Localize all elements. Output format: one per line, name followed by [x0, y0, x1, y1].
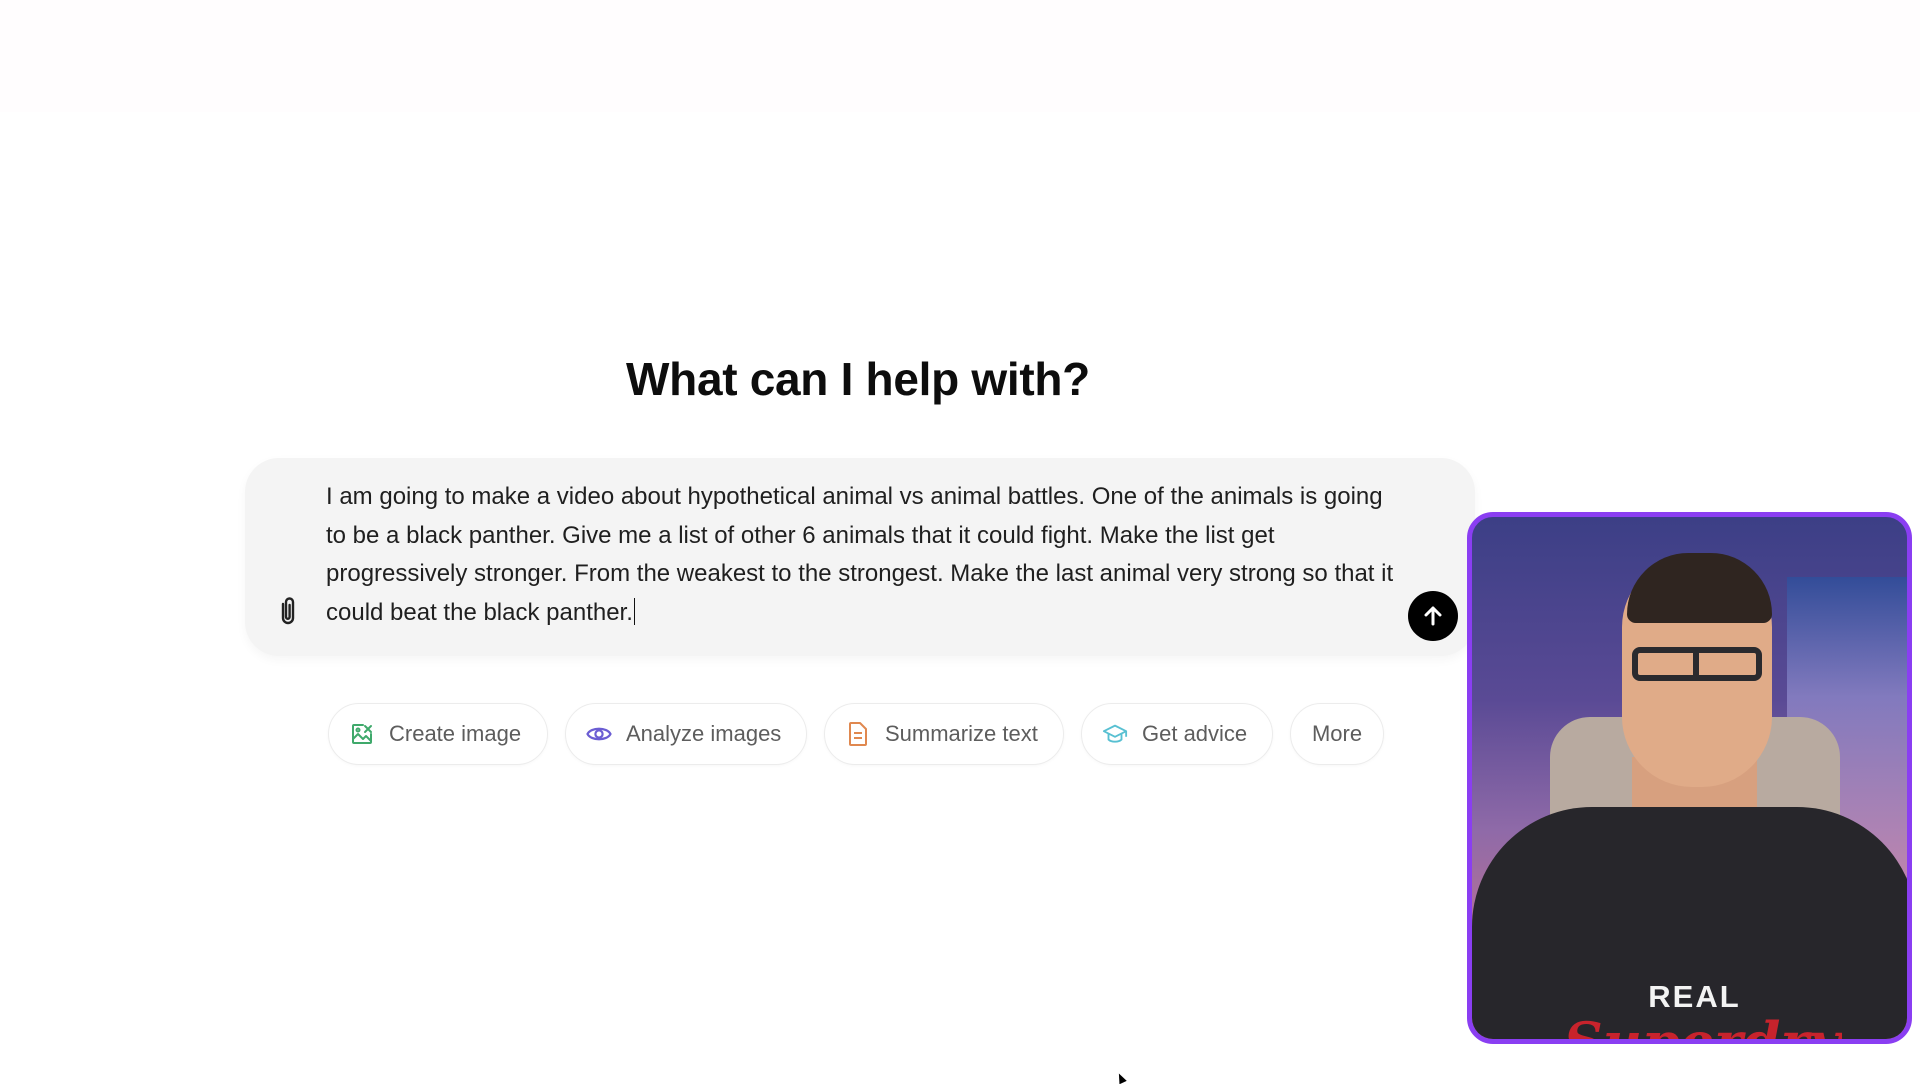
webcam-person-glasses [1632, 647, 1762, 681]
webcam-person-hair [1627, 553, 1772, 623]
chip-label: More [1311, 721, 1363, 746]
chip-get-advice[interactable]: Get advice [1081, 703, 1273, 765]
chip-analyze-images[interactable]: Analyze images [565, 703, 807, 765]
page-title: What can I help with? [626, 353, 1090, 405]
prompt-input[interactable]: I am going to make a video about hypothe… [326, 478, 1401, 632]
chip-more[interactable]: More [1290, 703, 1384, 765]
shirt-logo: Superdry [1562, 1015, 1842, 1039]
text-caret [633, 597, 636, 625]
chip-create-image[interactable]: Create image [328, 703, 548, 765]
create-image-icon [349, 721, 375, 747]
shirt-text: REAL [1648, 979, 1741, 1014]
chip-label: Summarize text [885, 721, 1038, 746]
graduation-cap-icon [1102, 721, 1128, 747]
paperclip-icon [281, 597, 295, 625]
chip-label: Create image [389, 721, 522, 746]
prompt-composer[interactable]: I am going to make a video about hypothe… [245, 458, 1475, 656]
top-bar [0, 0, 1920, 112]
chip-summarize-text[interactable]: Summarize text [824, 703, 1064, 765]
chip-label: Get advice [1142, 721, 1248, 746]
eye-icon [586, 721, 612, 747]
send-button[interactable] [1408, 591, 1458, 641]
arrow-up-icon [1424, 606, 1442, 626]
suggestion-chips: Create image Analyze images Summarize te… [328, 703, 1384, 767]
webcam-overlay: REAL Superdry [1467, 512, 1912, 1044]
chip-label: Analyze images [626, 721, 782, 746]
mouse-cursor [1115, 1071, 1127, 1084]
document-icon [845, 721, 871, 747]
attach-button[interactable] [273, 594, 303, 628]
